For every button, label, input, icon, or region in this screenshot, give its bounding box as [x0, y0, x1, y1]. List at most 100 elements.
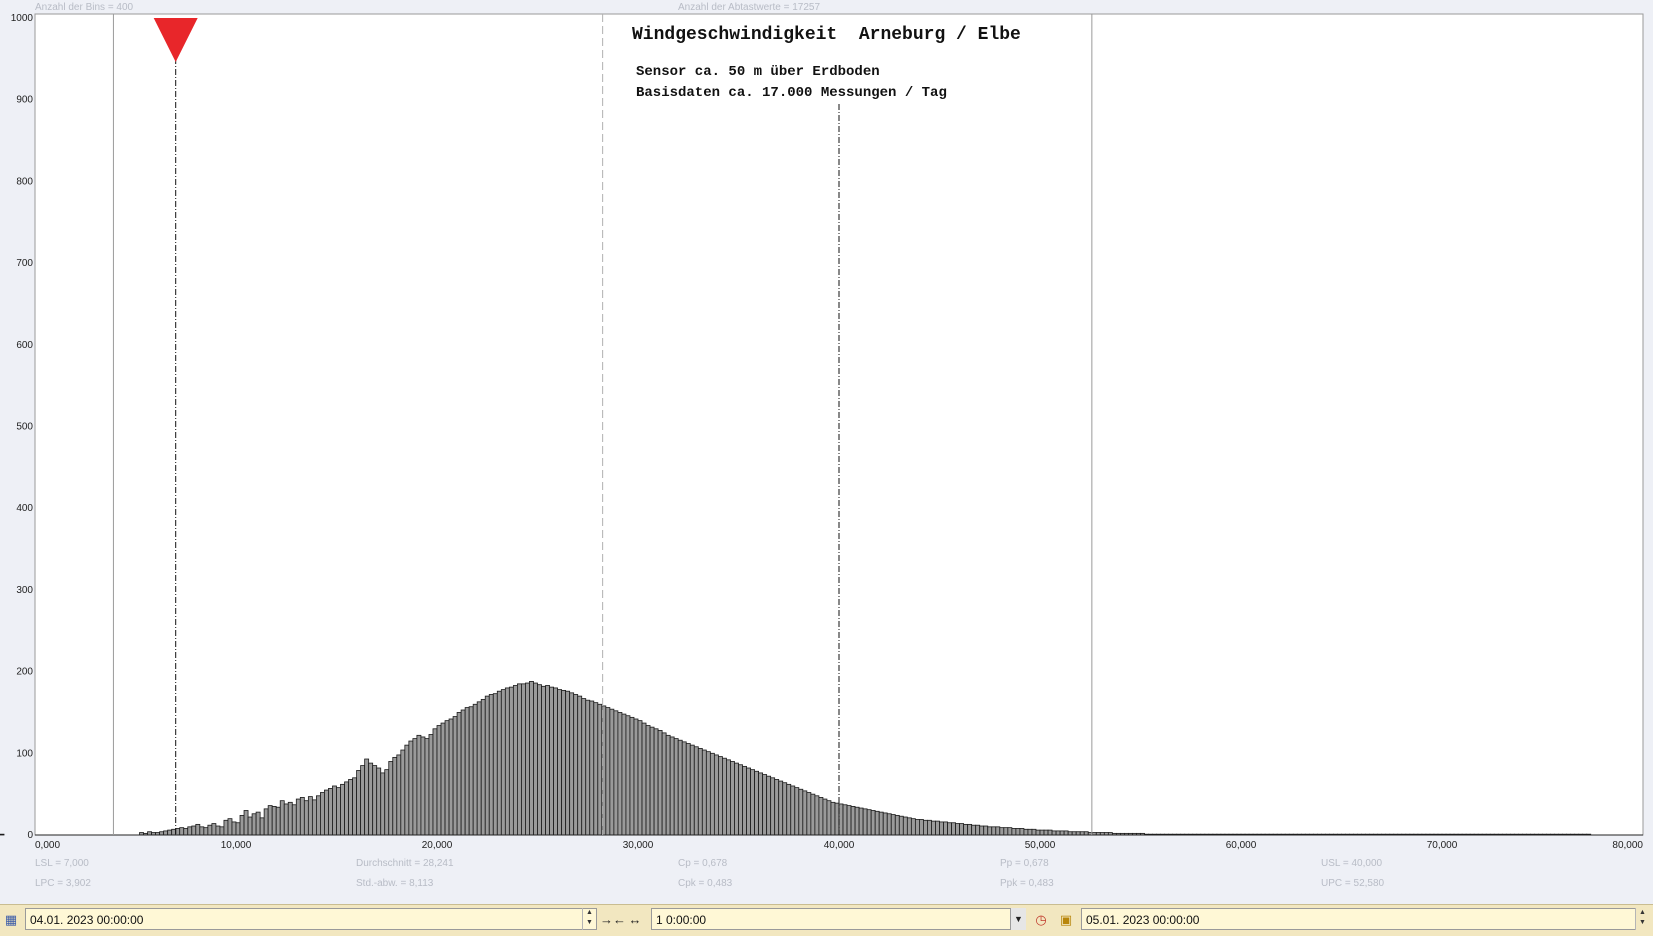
histogram-bar [364, 758, 370, 836]
histogram-bar [1047, 829, 1053, 836]
histogram-bar [384, 769, 390, 836]
histogram-bar [460, 709, 466, 836]
histogram-bar [794, 787, 800, 836]
x-tick-label: 70,000 [1427, 840, 1458, 851]
start-date-field[interactable]: 04.01. 2023 00:00:00 [25, 908, 597, 930]
histogram-bar [291, 804, 297, 836]
histogram-bar [472, 703, 478, 836]
histogram-bar [565, 690, 571, 836]
histogram-bar [508, 686, 514, 836]
histogram-bar [947, 822, 952, 836]
histogram-bar [677, 739, 683, 836]
histogram-bar [967, 823, 973, 836]
histogram-bar [311, 799, 317, 836]
histogram-bar [424, 738, 430, 836]
histogram-bar [621, 713, 627, 836]
clock-icon[interactable]: ◷ [1032, 911, 1050, 929]
y-tick-label: 500 [16, 422, 33, 433]
histogram-bar [251, 813, 257, 836]
histogram-bar [332, 785, 337, 836]
x-tick-label: 80,000 [1612, 840, 1643, 851]
histogram-bar [665, 734, 671, 836]
histogram-bar [605, 707, 611, 836]
histogram-bar [549, 686, 554, 836]
y-tick-label: 700 [16, 258, 33, 269]
histogram-bar [529, 681, 534, 836]
histogram-bar [597, 703, 603, 836]
histogram-bar [914, 819, 920, 836]
histogram-bar [939, 821, 944, 836]
histogram-bar [906, 817, 912, 836]
histogram-bar [726, 759, 731, 836]
chevron-down-icon[interactable]: ▼ [1010, 908, 1026, 930]
histogram-bar [718, 756, 723, 836]
histogram-bar [400, 749, 406, 836]
histogram-bar [593, 702, 599, 836]
histogram-bar [496, 690, 502, 836]
y-tick-label: 1000 [11, 13, 34, 24]
histogram-bar [826, 800, 832, 836]
histogram-bar [754, 770, 760, 836]
histogram-bar [275, 806, 281, 836]
histogram-bar [882, 812, 888, 836]
histogram-bar [613, 710, 619, 836]
histogram-bar [372, 765, 378, 836]
histogram-bar [368, 762, 374, 836]
end-date-field[interactable]: 05.01. 2023 00:00:00 [1081, 908, 1636, 930]
histogram-bar [979, 825, 985, 836]
histogram-bar [259, 817, 265, 836]
pp-stat: Pp = 0,678 [1000, 858, 1049, 869]
start-date-spinner[interactable]: ▲ ▼ [582, 908, 596, 930]
histogram-bar [919, 819, 924, 836]
histogram-bar [999, 827, 1005, 836]
histogram-bar [874, 810, 880, 836]
x-tick-label: 50,000 [1025, 840, 1056, 851]
histogram-bar [798, 788, 804, 836]
histogram-bar [175, 828, 181, 836]
histogram-bar [886, 813, 892, 836]
histogram-bar [963, 823, 969, 836]
x-tick-label: 20,000 [422, 840, 453, 851]
interval-select[interactable]: 1 0:00:00 [651, 908, 1026, 930]
y-tick-label: 900 [16, 95, 33, 106]
histogram-bar [287, 801, 293, 836]
expand-arrows-icon[interactable]: ↔ [626, 911, 644, 929]
histogram-bar [923, 819, 928, 836]
histogram-bar [689, 744, 695, 836]
x-tick-label: 30,000 [623, 840, 654, 851]
histogram-bar [931, 820, 936, 836]
histogram-bar [412, 738, 418, 836]
shrink-arrows-icon[interactable]: →← [600, 911, 626, 929]
histogram-bar [577, 695, 583, 836]
histogram-bar [320, 792, 325, 836]
lock-icon[interactable]: ▣ [1057, 911, 1075, 929]
histogram-bar [163, 830, 169, 836]
histogram-bar [870, 810, 876, 836]
histogram-bar [561, 689, 567, 836]
histogram-bar [1039, 829, 1045, 836]
histogram-bar [476, 701, 482, 836]
histogram-bar [199, 826, 205, 836]
calendar-icon[interactable]: ▦ [2, 911, 20, 929]
histogram-bar [1055, 830, 1061, 836]
histogram-bar [971, 824, 977, 836]
histogram-bar [1011, 828, 1017, 836]
histogram-bar [171, 828, 177, 836]
histogram-bar [894, 814, 900, 836]
y-tick-label: 0 [27, 830, 33, 841]
histogram-bar [995, 826, 1001, 836]
histogram-bar [730, 761, 735, 836]
histogram-bar [243, 810, 249, 836]
histogram-bar [299, 797, 305, 836]
histogram-bar [388, 761, 394, 836]
histogram-bar [746, 767, 751, 836]
end-date-spinner[interactable]: ▲ ▼ [1635, 908, 1649, 930]
histogram-bar [637, 720, 643, 836]
histogram-bar [569, 692, 575, 836]
histogram-bar [1035, 829, 1041, 836]
histogram-bar [227, 818, 233, 836]
sensor-note: Sensor ca. 50 m über Erdboden [636, 64, 880, 80]
histogram-bar [609, 708, 615, 836]
upc-stat: UPC = 52,580 [1321, 878, 1385, 889]
histogram-bar [452, 716, 458, 836]
